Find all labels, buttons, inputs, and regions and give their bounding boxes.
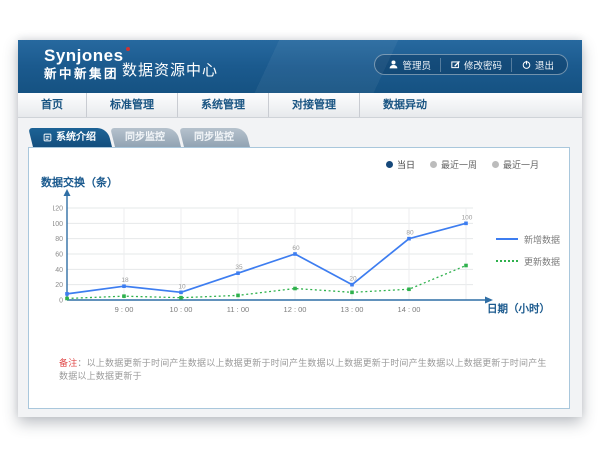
svg-text:35: 35 [235,264,243,271]
change-password-button[interactable]: 修改密码 [440,58,511,72]
app-header: Synjones 新中新集团 数据资源中心 管理员 修改密 [18,40,582,93]
svg-text:11 : 00: 11 : 00 [227,305,249,314]
tab-system-intro-label: 系统介绍 [56,128,96,147]
brand-logo: Synjones 新中新集团 [44,47,130,81]
change-password-label: 修改密码 [464,58,502,72]
svg-text:14 : 00: 14 : 00 [398,305,421,314]
legend-item-new-data: 新增数据 [496,232,560,246]
filter-today-label: 当日 [397,158,415,171]
filter-last-month-label: 最近一月 [503,158,539,171]
admin-user-button[interactable]: 管理员 [379,58,440,72]
filter-last-week-label: 最近一周 [441,158,477,171]
user-icon [388,59,399,70]
registered-mark-icon [126,47,130,51]
radio-dot-icon [492,161,499,168]
dotted-line-icon [496,260,518,262]
tab-system-intro[interactable]: 系统介绍 [33,128,112,147]
legend-item-updated-data: 更新数据 [496,254,560,268]
logout-label: 退出 [535,58,554,72]
legend-updated-data-label: 更新数据 [524,255,560,268]
tab-sync-monitor-1-label: 同步监控 [125,128,165,147]
svg-text:20: 20 [349,276,357,283]
logout-icon [521,59,532,70]
svg-text:13 : 00: 13 : 00 [341,305,364,314]
svg-text:20: 20 [55,282,63,289]
range-filter-group: 当日 最近一周 最近一月 [386,158,539,171]
svg-text:100: 100 [53,221,63,228]
svg-text:60: 60 [292,245,300,252]
svg-text:60: 60 [55,252,63,259]
svg-text:120: 120 [53,206,63,213]
filter-today[interactable]: 当日 [386,158,415,171]
svg-text:0: 0 [59,298,63,305]
logout-button[interactable]: 退出 [511,58,563,72]
screenshot-frame: Synjones 新中新集团 数据资源中心 管理员 修改密 [0,0,600,450]
tab-sync-monitor-1[interactable]: 同步监控 [115,128,181,147]
nav-item-interface-mgmt[interactable]: 对接管理 [268,93,359,117]
app-page: Synjones 新中新集团 数据资源中心 管理员 修改密 [18,40,582,417]
svg-text:18: 18 [121,277,129,284]
radio-dot-icon [386,161,393,168]
x-axis-title: 日期（小时） [487,301,550,316]
svg-text:100: 100 [462,214,473,221]
tab-bar: 系统介绍 同步监控 同步监控 [33,128,250,147]
main-nav: 首页 标准管理 系统管理 对接管理 数据异动 [18,93,582,118]
legend-new-data-label: 新增数据 [524,233,560,246]
footnote: 备注：以上数据更新于时间产生数据以上数据更新于时间产生数据以上数据更新于时间产生… [59,356,554,382]
radio-dot-icon [430,161,437,168]
chart-panel: 当日 最近一周 最近一月 数据交换（条） 0204060801001209 : … [28,147,570,409]
solid-line-icon [496,238,518,240]
footnote-text: ：以上数据更新于时间产生数据以上数据更新于时间产生数据以上数据更新于时间产生数据… [59,358,547,381]
nav-item-system-mgmt[interactable]: 系统管理 [177,93,268,117]
tab-sync-monitor-2-label: 同步监控 [194,128,234,147]
nav-item-home[interactable]: 首页 [18,93,86,117]
document-icon [43,133,52,142]
tab-sync-monitor-2[interactable]: 同步监控 [184,128,250,147]
svg-text:80: 80 [55,236,63,243]
svg-text:40: 40 [55,267,63,274]
brand-logo-text: Synjones [44,46,124,65]
user-toolbar: 管理员 修改密码 退出 [374,54,568,75]
page-title: 数据资源中心 [122,59,218,80]
svg-text:80: 80 [406,230,414,237]
edit-icon [450,59,461,70]
admin-user-label: 管理员 [402,58,431,72]
brand-logo-cn: 新中新集团 [44,68,130,82]
brand-logo-en: Synjones [44,47,130,66]
svg-text:9 : 00: 9 : 00 [115,305,134,314]
filter-last-week[interactable]: 最近一周 [430,158,477,171]
nav-item-standard-mgmt[interactable]: 标准管理 [86,93,177,117]
svg-text:10: 10 [178,283,186,290]
filter-last-month[interactable]: 最近一月 [492,158,539,171]
content-area: 系统介绍 同步监控 同步监控 当日 [18,118,582,417]
svg-text:10 : 00: 10 : 00 [170,305,193,314]
chart-legend: 新增数据 更新数据 [496,232,560,276]
footnote-label: 备注 [59,358,77,368]
line-chart: 0 20 40 60 80 100 120 9 : 00 10 : 00 11 : 00 12 : … [53,188,523,322]
nav-item-data-change[interactable]: 数据异动 [359,93,450,117]
svg-text:12 : 00: 12 : 00 [284,305,307,314]
